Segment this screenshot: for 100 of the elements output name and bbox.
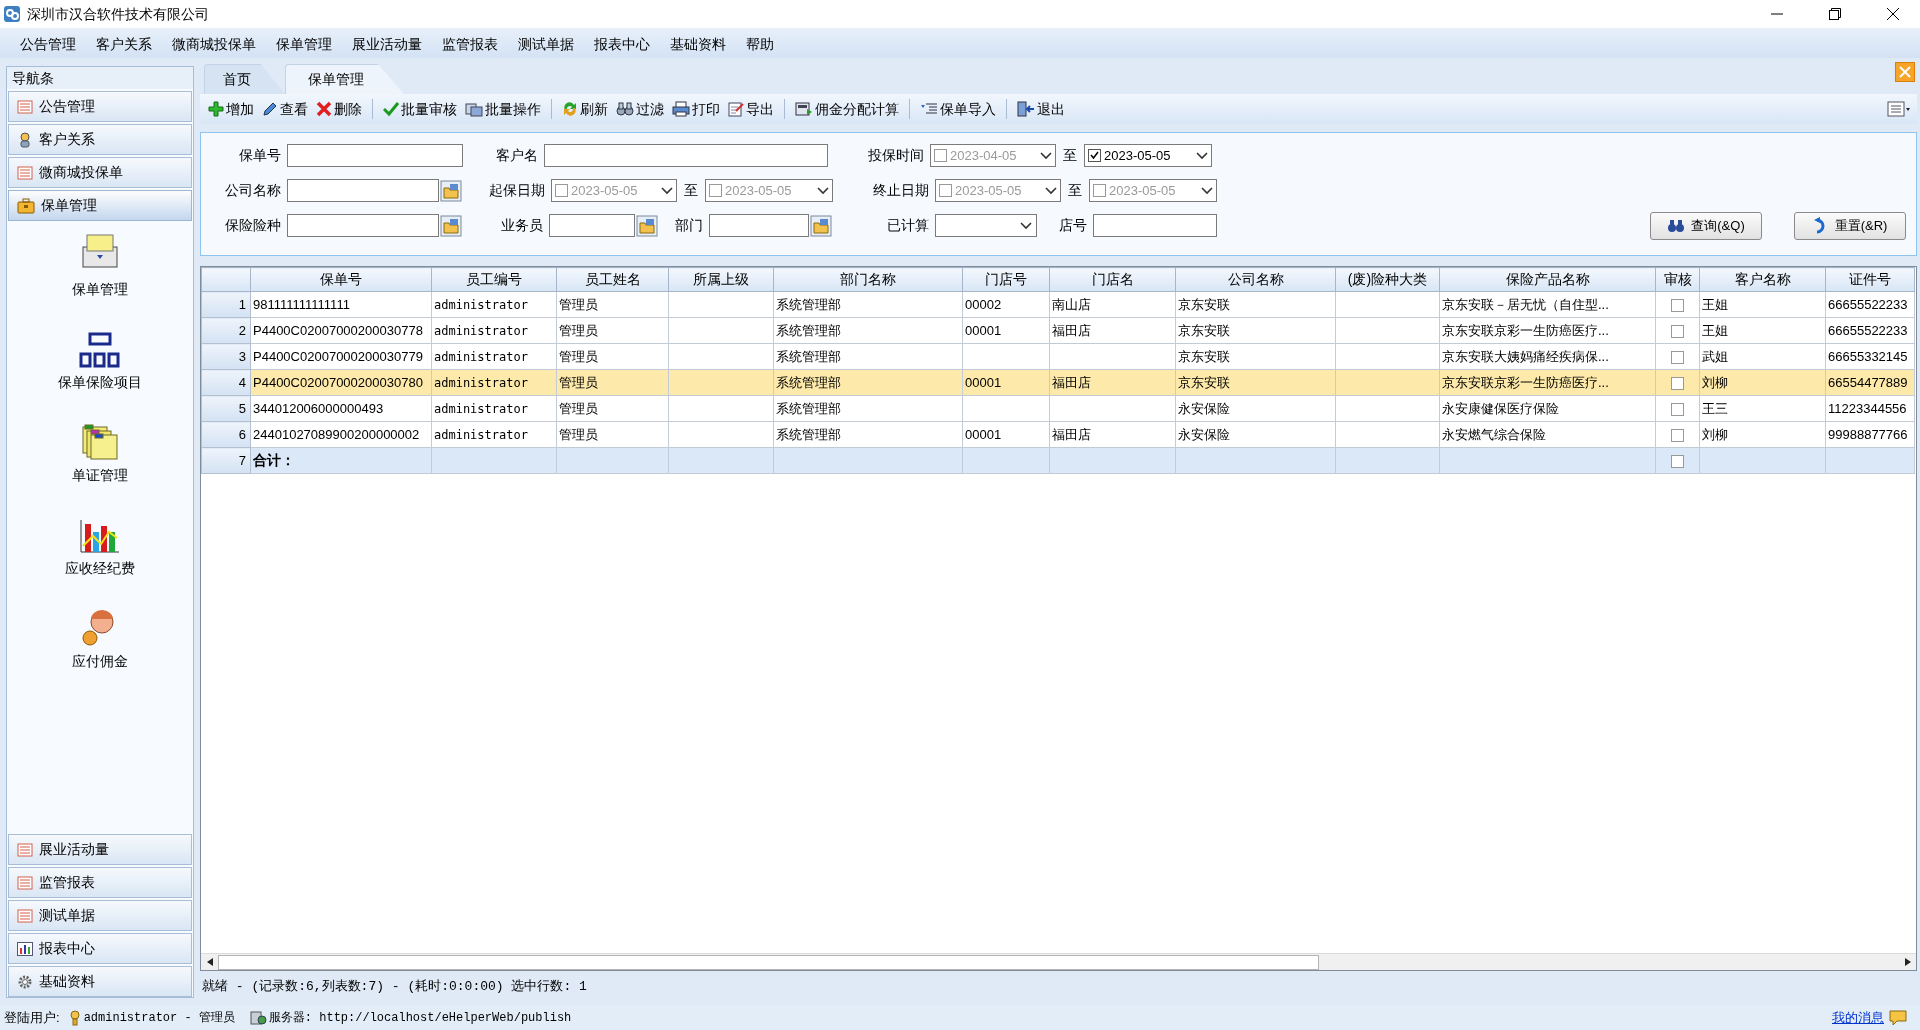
column-header[interactable]: 客户名称 bbox=[1699, 267, 1826, 292]
toolbar-button[interactable]: 保单导入 bbox=[916, 96, 1000, 122]
search-button[interactable]: 查询(&Q) bbox=[1650, 211, 1762, 240]
checkbox[interactable] bbox=[1671, 402, 1684, 416]
view-options-icon[interactable] bbox=[1887, 101, 1911, 117]
close-icon[interactable] bbox=[1886, 7, 1900, 21]
lookup-button[interactable] bbox=[635, 214, 659, 237]
toolbar-button[interactable]: 删除 bbox=[312, 96, 366, 122]
tab[interactable]: 首页 bbox=[204, 64, 285, 94]
checkbox[interactable] bbox=[939, 184, 952, 197]
sidebar-item[interactable]: 应收经纪费 bbox=[65, 558, 135, 579]
table-row[interactable]: 3 P4400C02007000200030779 administrator 管理员 系统管理部 京东安联 京东安联大姨妈痛经疾病保... 武姐 66655332145 bbox=[201, 343, 1915, 370]
checkbox[interactable] bbox=[555, 184, 568, 197]
input-field[interactable] bbox=[287, 179, 439, 202]
checkbox[interactable] bbox=[1093, 184, 1106, 197]
toolbar-button[interactable]: 过滤 bbox=[612, 96, 668, 122]
column-header[interactable]: 部门名称 bbox=[773, 267, 963, 292]
messages-icon[interactable] bbox=[1888, 1009, 1908, 1027]
menu-item[interactable]: 基础资料 bbox=[660, 33, 736, 55]
toolbar-button[interactable]: 增加 bbox=[204, 96, 258, 122]
sidebar-section[interactable]: 客户关系 bbox=[8, 124, 192, 155]
checkbox[interactable] bbox=[1671, 376, 1684, 390]
column-header[interactable]: 门店号 bbox=[962, 267, 1050, 292]
table-cell: 66655332145 bbox=[1828, 349, 1908, 364]
toolbar-button[interactable]: 查看 bbox=[258, 96, 312, 122]
column-header[interactable]: 员工姓名 bbox=[556, 267, 669, 292]
sidebar-section[interactable]: 保单管理 bbox=[8, 190, 192, 221]
restore-icon[interactable] bbox=[1828, 7, 1842, 21]
sidebar-item[interactable]: 单证管理 bbox=[72, 465, 128, 486]
tab[interactable]: 保单管理 bbox=[285, 64, 404, 94]
column-header[interactable]: 保险产品名称 bbox=[1439, 267, 1656, 292]
menu-item[interactable]: 监管报表 bbox=[432, 33, 508, 55]
column-header[interactable]: 保单号 bbox=[250, 267, 432, 292]
menu-item[interactable]: 测试单据 bbox=[508, 33, 584, 55]
dropdown-field[interactable] bbox=[935, 214, 1037, 237]
checkbox[interactable] bbox=[1671, 428, 1684, 442]
checkbox[interactable] bbox=[1088, 149, 1101, 162]
checkbox[interactable] bbox=[1671, 298, 1684, 312]
column-header[interactable]: 审核 bbox=[1655, 267, 1700, 292]
close-tab-icon[interactable] bbox=[1895, 62, 1915, 82]
column-header[interactable]: 所属上级 bbox=[668, 267, 774, 292]
lookup-button[interactable] bbox=[439, 179, 463, 202]
menu-item[interactable]: 报表中心 bbox=[584, 33, 660, 55]
toolbar-button[interactable]: 刷新 bbox=[558, 96, 612, 122]
horizontal-scrollbar[interactable] bbox=[201, 953, 1916, 970]
toolbar-button[interactable]: 批量操作 bbox=[461, 96, 545, 122]
checkbox[interactable] bbox=[709, 184, 722, 197]
lookup-button[interactable] bbox=[439, 214, 463, 237]
input-field[interactable] bbox=[287, 144, 463, 167]
checkbox[interactable] bbox=[934, 149, 947, 162]
menu-item[interactable]: 客户关系 bbox=[86, 33, 162, 55]
menu-item[interactable]: 展业活动量 bbox=[342, 33, 432, 55]
checkbox[interactable] bbox=[1671, 350, 1684, 364]
menu-item[interactable]: 公告管理 bbox=[10, 33, 86, 55]
table-row[interactable]: 5 344012006000000493 administrator 管理员 系统管理部 永安保险 永安康健保医疗保险 王三 11223344556 bbox=[201, 395, 1915, 422]
toolbar-button[interactable]: 佣金分配计算 bbox=[791, 96, 903, 122]
checkbox[interactable] bbox=[1671, 324, 1684, 338]
input-field[interactable] bbox=[709, 214, 809, 237]
column-header[interactable]: 证件号 bbox=[1825, 267, 1915, 292]
date-field[interactable]: 2023-05-05 bbox=[1084, 144, 1212, 167]
table-row[interactable]: 6 24401027089900200000002 administrator 管理员 系统管理部 00001 福田店 永安保险 永安燃气综合保险 刘柳 99988877766 bbox=[201, 421, 1915, 448]
sidebar-section[interactable]: 基础资料 bbox=[8, 966, 192, 997]
sidebar-section[interactable]: 报表中心 bbox=[8, 933, 192, 964]
scroll-left-icon[interactable] bbox=[206, 958, 213, 966]
scroll-right-icon[interactable] bbox=[1904, 958, 1911, 966]
table-row[interactable]: 1 981111111111111 administrator 管理员 系统管理部 00002 南山店 京东安联 京东安联－居无忧（自住型... 王姐 66655522233 bbox=[201, 291, 1915, 318]
input-field[interactable] bbox=[1093, 214, 1217, 237]
lookup-button[interactable] bbox=[809, 214, 833, 237]
column-header[interactable]: 公司名称 bbox=[1175, 267, 1336, 292]
row-number: 5 bbox=[201, 395, 251, 422]
column-header[interactable]: 员工编号 bbox=[431, 267, 557, 292]
table-row[interactable]: 7 合计： bbox=[201, 447, 1915, 474]
sidebar-item[interactable]: 保单保险项目 bbox=[58, 372, 142, 393]
column-header[interactable]: (废)险种大类 bbox=[1335, 267, 1440, 292]
input-field[interactable] bbox=[544, 144, 828, 167]
sidebar-section[interactable]: 监管报表 bbox=[8, 867, 192, 898]
sidebar-section[interactable]: 公告管理 bbox=[8, 91, 192, 122]
input-field[interactable] bbox=[549, 214, 635, 237]
toolbar-button[interactable]: 批量审核 bbox=[379, 96, 461, 122]
toolbar-button[interactable]: 打印 bbox=[668, 96, 724, 122]
toolbar-button[interactable]: 导出 bbox=[724, 96, 778, 122]
dropdown-caret-icon bbox=[817, 186, 829, 195]
menu-item[interactable]: 保单管理 bbox=[266, 33, 342, 55]
input-field[interactable] bbox=[287, 214, 439, 237]
column-header[interactable]: 门店名 bbox=[1049, 267, 1176, 292]
table-row[interactable]: 2 P4400C02007000200030778 administrator 管理员 系统管理部 00001 福田店 京东安联 京东安联京彩一生防癌医疗... 王姐 66655522233 bbox=[201, 317, 1915, 344]
scrollbar-thumb[interactable] bbox=[218, 954, 1319, 970]
sidebar-section[interactable]: 测试单据 bbox=[8, 900, 192, 931]
messages-link[interactable]: 我的消息 bbox=[1832, 1008, 1884, 1028]
reset-button[interactable]: 重置(&R) bbox=[1794, 211, 1906, 240]
sidebar-section[interactable]: 展业活动量 bbox=[8, 834, 192, 865]
toolbar-button[interactable]: 退出 bbox=[1013, 96, 1069, 122]
sidebar-item[interactable]: 保单管理 bbox=[72, 279, 128, 300]
checkbox[interactable] bbox=[1671, 454, 1684, 468]
menu-item[interactable]: 帮助 bbox=[736, 33, 784, 55]
sidebar-section[interactable]: 微商城投保单 bbox=[8, 157, 192, 188]
sidebar-item[interactable]: 应付佣金 bbox=[72, 651, 128, 672]
table-row[interactable]: 4 P4400C02007000200030780 administrator 管理员 系统管理部 00001 福田店 京东安联 京东安联京彩一生防癌医疗... 刘柳 66554477889 bbox=[201, 369, 1915, 396]
menu-item[interactable]: 微商城投保单 bbox=[162, 33, 266, 55]
checkmark-icon bbox=[383, 101, 399, 117]
